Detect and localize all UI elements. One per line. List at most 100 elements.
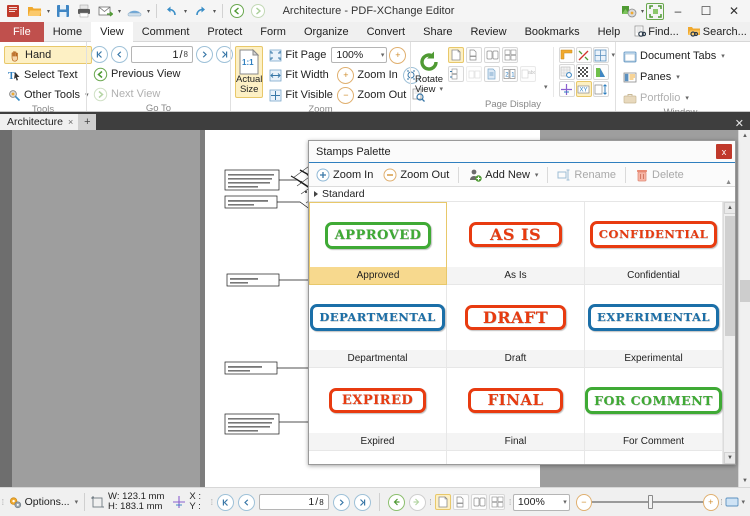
status-two-pages-button[interactable] [471,494,488,510]
status-first-page-button[interactable] [216,493,234,511]
open-icon[interactable] [24,1,44,21]
previous-view-button[interactable]: Previous View [91,65,184,83]
status-page-input[interactable]: 1/8 [258,494,329,510]
panes-button[interactable]: Panes ▾ [620,68,728,86]
scroll-down-icon[interactable]: ▼ [739,475,750,487]
toolbar-collapse-icon[interactable]: ▲ [725,179,732,186]
stamp-cell-departmental[interactable]: DEPARTMENTAL Departmental [309,285,447,368]
email-dropdown-caret-icon[interactable]: ▾ [116,1,123,21]
select-text-button[interactable]: T Select Text [4,66,92,84]
document-vertical-scrollbar[interactable]: ▲ ▼ [738,130,750,487]
zoom-in-button-circle[interactable]: + [337,66,355,84]
two-pages-view-button[interactable] [484,47,500,63]
tab-view[interactable]: View [91,22,133,42]
rulers-button[interactable] [558,47,575,63]
previous-page-button[interactable] [111,46,128,63]
status-forward-button[interactable] [408,493,426,511]
find-button[interactable]: Find... [629,25,682,39]
next-page-button[interactable] [196,46,213,63]
status-zoom-combobox[interactable]: 100% ▾ [512,493,570,511]
status-single-page-button[interactable] [435,494,452,510]
other-tools-button[interactable]: Other Tools ▾ [4,86,92,104]
tab-form[interactable]: Form [251,22,295,42]
tab-convert[interactable]: Convert [358,22,415,42]
tab-share[interactable]: Share [414,22,461,42]
stamp-cell-as-is[interactable]: AS IS As Is [447,202,585,285]
app-logo-icon[interactable] [3,1,23,21]
scrollbar-thumb[interactable] [725,216,735,336]
scroll-up-icon[interactable]: ▲ [724,202,735,214]
new-tab-button[interactable]: + [78,114,97,130]
fit-visible-button[interactable]: Fit Visible [267,86,335,104]
zoom-out-button-circle[interactable]: − [337,86,355,104]
chevron-down-icon[interactable]: ▾ [721,52,725,60]
status-zoom-out-button[interactable]: − [575,493,592,511]
hand-tool-button[interactable]: Hand [4,46,92,64]
two-pages-continuous-button[interactable] [502,47,518,63]
status-zoom-in-button[interactable]: + [702,493,719,511]
zoom-in-icon-button[interactable]: + [389,46,407,64]
next-view-button[interactable]: Next View [91,85,163,103]
stamps-zoom-in-button[interactable]: Zoom In [312,167,377,183]
tab-comment[interactable]: Comment [133,22,199,42]
fit-width-button[interactable]: Fit Width [267,66,335,84]
grid-lines-button[interactable] [592,47,609,63]
status-next-page-button[interactable] [332,493,350,511]
expand-arrow-icon[interactable] [314,191,318,197]
separate-cover-page-button[interactable] [448,66,464,82]
chevron-down-icon[interactable]: ▾ [685,94,689,102]
tab-home[interactable]: Home [44,22,91,42]
transparency-grid-button[interactable] [575,64,592,80]
maximize-button[interactable]: ☐ [692,1,720,21]
chevron-down-icon[interactable]: ▾ [439,85,443,95]
email-icon[interactable] [95,1,115,21]
page-display-more-icon[interactable]: ▾ [544,83,548,99]
forward-icon[interactable] [248,1,268,21]
save-icon[interactable] [53,1,73,21]
stamps-add-new-button[interactable]: Add New ▾ [464,167,542,183]
zoom-level-combobox[interactable]: 100% ▾ [331,47,388,63]
color-management-button[interactable] [592,64,609,80]
status-last-page-button[interactable] [353,493,371,511]
stamp-cell-expired[interactable]: EXPIRED Expired [309,368,447,451]
redo-icon[interactable] [190,1,210,21]
chevron-down-icon[interactable]: ▾ [535,171,539,179]
stamp-cell-partial-row[interactable] [447,451,585,464]
tab-protect[interactable]: Protect [198,22,251,42]
close-document-button[interactable]: ✕ [735,117,750,130]
tab-review[interactable]: Review [461,22,515,42]
stamps-rename-button[interactable]: Rename [553,167,620,183]
zoom-in-button[interactable]: Zoom In [356,66,400,84]
page-number-input[interactable]: 1/8 [131,46,193,63]
stamp-cell-partial-row[interactable] [309,451,447,464]
stamps-palette-close-button[interactable]: x [716,144,732,159]
options-button[interactable]: Options... ▾ [6,495,80,509]
first-page-button[interactable] [91,46,108,63]
status-single-continuous-button[interactable] [453,494,470,510]
document-tabs-button[interactable]: Document Tabs ▾ [620,47,728,65]
stamp-cell-confidential[interactable]: CONFIDENTIAL Confidential [585,202,723,285]
stamp-cell-partial-row[interactable] [585,451,723,464]
status-back-button[interactable] [387,493,405,511]
scroll-down-icon[interactable]: ▼ [724,452,735,464]
document-tab-architecture[interactable]: Architecture × [0,114,79,130]
undo-icon[interactable] [161,1,181,21]
close-button[interactable]: ✕ [720,1,748,21]
scan-icon[interactable] [124,1,144,21]
stamps-palette-dialog[interactable]: Stamps Palette x Zoom In Zoom Out Add Ne… [308,140,736,465]
redo-dropdown-caret-icon[interactable]: ▾ [211,1,218,21]
actual-size-button[interactable]: 1:1 Actual Size [235,46,264,98]
single-page-continuous-button[interactable] [466,47,482,63]
portfolio-button[interactable]: Portfolio ▾ [620,89,728,107]
zoom-out-button[interactable]: Zoom Out [356,86,409,104]
single-page-view-button[interactable] [448,47,464,63]
tab-help[interactable]: Help [589,22,630,42]
cursor-coordinates-button[interactable]: XY [575,81,592,97]
chevron-down-icon[interactable]: ▾ [75,498,79,506]
share-settings-icon[interactable] [619,1,639,21]
tab-organize[interactable]: Organize [295,22,358,42]
full-screen-mode-button[interactable] [724,494,739,510]
fullscreen-icon[interactable] [646,2,664,20]
chevron-down-icon[interactable]: ▾ [742,498,750,506]
undo-dropdown-caret-icon[interactable]: ▾ [182,1,189,21]
